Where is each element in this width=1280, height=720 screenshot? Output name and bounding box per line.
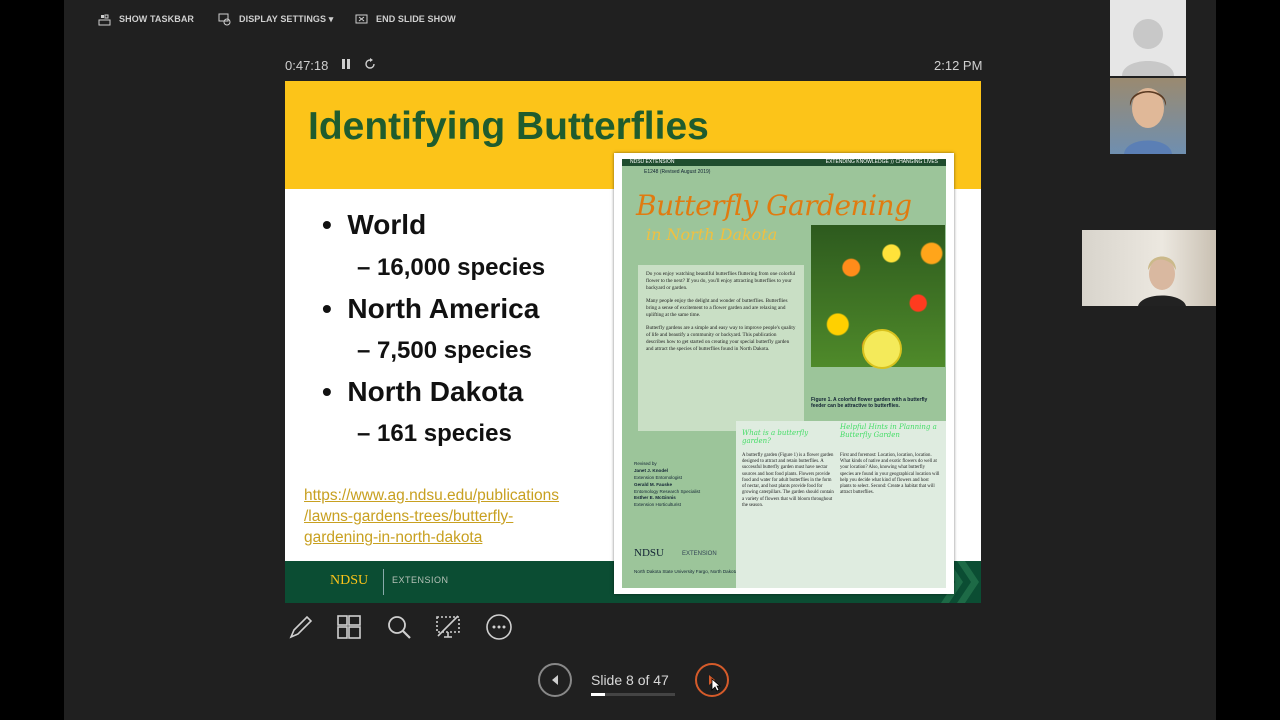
slide-progress-bar	[591, 693, 675, 696]
bullet-label: North America	[347, 293, 540, 324]
pamphlet-subtitle: in North Dakota	[646, 225, 778, 244]
photo-caption: Figure 1. A colorful flower garden with …	[811, 397, 928, 409]
pen-tool-button[interactable]	[285, 610, 317, 644]
credit-line: Extension Horticulturist	[634, 502, 681, 508]
end-show-icon	[355, 14, 368, 23]
footer-divider	[383, 569, 384, 595]
intro-paragraph: Many people enjoy the delight and wonder…	[646, 298, 788, 319]
display-settings-label: DISPLAY SETTINGS ▾	[239, 13, 334, 24]
participant-face-icon	[1124, 88, 1172, 154]
slide-counter[interactable]: Slide 8 of 47	[591, 672, 669, 688]
slide-progress-fill	[591, 693, 606, 696]
pamphlet-title: Butterfly Gardening	[636, 189, 912, 222]
butterfly-feeder-graphic	[862, 329, 902, 369]
mouse-cursor-icon	[711, 678, 721, 692]
pamphlet-credits: Revised by Janet J. Knodel Extension Ent…	[634, 461, 700, 509]
bullet-label: North Dakota	[347, 376, 524, 407]
slide-title: Identifying Butterflies	[308, 105, 709, 148]
pen-icon	[289, 615, 313, 639]
end-slide-show-label: END SLIDE SHOW	[376, 14, 456, 24]
participant-video-2[interactable]	[1082, 230, 1216, 306]
display-settings-button[interactable]: DISPLAY SETTINGS ▾	[218, 0, 333, 38]
credit-line: Entomology Research Specialist	[634, 488, 701, 494]
pamphlet-header-right: EXTENDING KNOWLEDGE ⟩⟩ CHANGING LIVES	[825, 159, 938, 165]
previous-arrow-icon	[552, 675, 558, 685]
current-slide: Identifying Butterflies • World – 16,000…	[285, 81, 981, 603]
pamphlet-ndsu-logo: NDSU	[634, 547, 664, 559]
sub-bullet: – 161 species	[357, 420, 512, 447]
black-screen-icon	[436, 615, 460, 638]
more-options-icon	[486, 614, 512, 640]
elapsed-timer: 0:47:18	[285, 58, 329, 73]
pamphlet-cover: NDSU EXTENSION EXTENDING KNOWLEDGE ⟩⟩ CH…	[622, 159, 946, 588]
pamphlet-heading: Helpful Hints in Planning a Butterfly Ga…	[840, 423, 937, 439]
credit-line: Esther E. McGinnis	[634, 495, 676, 501]
see-all-slides-button[interactable]	[333, 610, 365, 644]
pamphlet-heading: What is a butterfly garden?	[742, 429, 809, 445]
show-taskbar-label: SHOW TASKBAR	[119, 14, 195, 24]
pamphlet-address: North Dakota State University Fargo, Nor…	[634, 569, 738, 574]
pamphlet-lower-section: What is a butterfly garden? Helpful Hint…	[736, 421, 946, 588]
credit-line: Extension Entomologist	[634, 474, 683, 480]
sub-bullet: – 16,000 species	[357, 254, 546, 281]
pamphlet-column: A butterfly garden (Figure 1) is a flowe…	[742, 453, 834, 508]
bullet-world: • World	[322, 209, 427, 240]
pamphlet-column: First and foremost: Location, location, …	[840, 453, 940, 496]
link-line: gardening-in-north-dakota	[304, 529, 483, 546]
zoom-icon	[388, 616, 411, 639]
intro-paragraph: Do you enjoy watching beautiful butterfl…	[646, 271, 796, 292]
sub-bullet-label: 161 species	[377, 420, 512, 447]
clock: 2:12 PM	[934, 58, 983, 73]
link-line: https://www.ag.ndsu.edu/publications	[304, 487, 560, 504]
sub-bullet-label: 16,000 species	[377, 254, 546, 281]
publication-link[interactable]: https://www.ag.ndsu.edu/publications /la…	[304, 485, 604, 548]
pamphlet-header-bar: NDSU EXTENSION EXTENDING KNOWLEDGE ⟩⟩ CH…	[622, 159, 946, 166]
see-all-slides-icon	[337, 615, 361, 639]
black-screen-button[interactable]	[432, 610, 464, 644]
previous-slide-button[interactable]	[538, 663, 572, 697]
participant-video-1[interactable]	[1110, 78, 1186, 154]
participant-avatar-placeholder[interactable]	[1110, 0, 1186, 76]
taskbar-icon	[98, 14, 111, 25]
sub-bullet: – 7,500 species	[357, 337, 532, 364]
pause-timer-icon[interactable]	[341, 58, 351, 73]
participant-face-icon	[1138, 256, 1186, 306]
pamphlet-extension-label: EXTENSION	[682, 551, 717, 557]
credit-line: Janet J. Knodel	[634, 467, 668, 473]
show-taskbar-button[interactable]: SHOW TASKBAR	[98, 0, 194, 38]
intro-paragraph: Butterfly gardens are a simple and easy …	[646, 325, 796, 353]
footer-extension: EXTENSION	[392, 575, 449, 585]
pamphlet-code: E1248 (Revised August 2019)	[644, 169, 711, 175]
credit-line: Revised by	[634, 461, 657, 466]
ndsu-logo: NDSU	[330, 573, 369, 588]
bullet-label: World	[347, 209, 427, 240]
zoom-button[interactable]	[383, 610, 415, 644]
pamphlet-intro: Do you enjoy watching beautiful butterfl…	[638, 265, 804, 431]
display-settings-icon	[218, 13, 231, 25]
bullet-north-dakota: • North Dakota	[322, 376, 524, 407]
pamphlet-image: NDSU EXTENSION EXTENDING KNOWLEDGE ⟩⟩ CH…	[614, 153, 954, 594]
more-options-button[interactable]	[483, 610, 515, 644]
end-slide-show-button[interactable]: END SLIDE SHOW	[355, 0, 456, 38]
pamphlet-header-left: NDSU EXTENSION	[630, 159, 675, 165]
person-icon	[1122, 19, 1174, 76]
link-line: /lawns-gardens-trees/butterfly-	[304, 508, 514, 525]
restart-timer-icon[interactable]	[364, 58, 376, 73]
sub-bullet-label: 7,500 species	[377, 337, 532, 364]
bullet-north-america: • North America	[322, 293, 540, 324]
credit-line: Gerald M. Fauske	[634, 481, 673, 487]
